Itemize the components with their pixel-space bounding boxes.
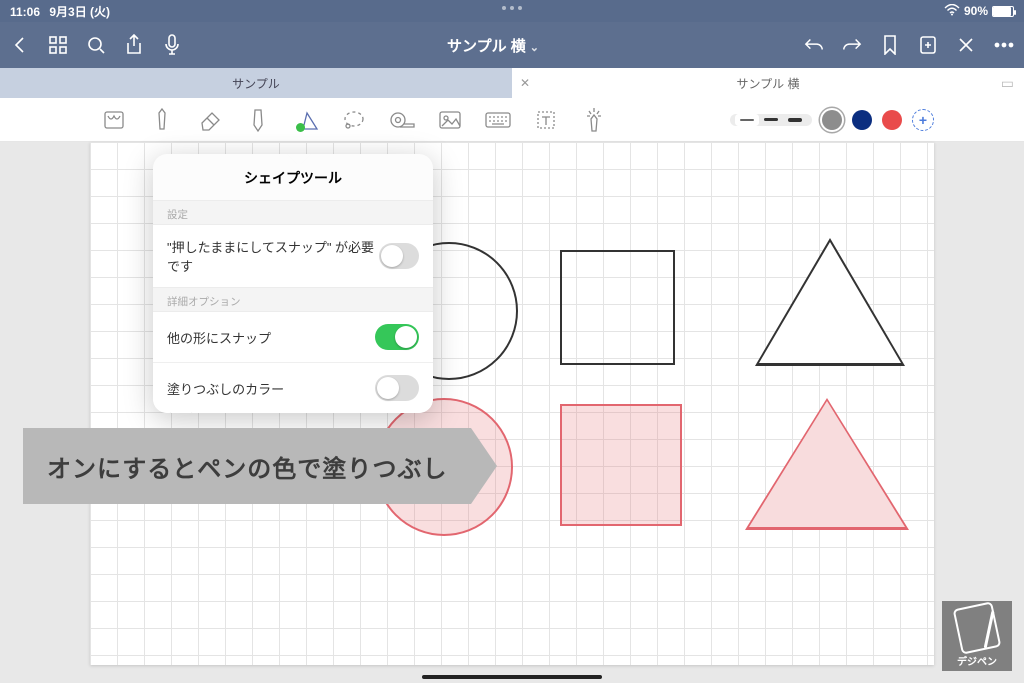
lasso-tool[interactable] <box>340 106 368 134</box>
watermark-text: デジペン <box>957 653 997 668</box>
more-button[interactable] <box>994 35 1014 55</box>
keyboard-tool[interactable] <box>484 106 512 134</box>
row-snap-other: 他の形にスナップ <box>153 312 433 362</box>
document-title-button[interactable]: サンプル 横 ⌄ <box>182 35 804 56</box>
watermark-logo: デジペン <box>942 601 1012 671</box>
row-fill-color: 塗りつぶしのカラー <box>153 362 433 413</box>
pen-tool[interactable] <box>148 106 176 134</box>
toggle-hold-snap[interactable] <box>379 243 419 269</box>
share-button[interactable] <box>124 35 144 55</box>
status-date: 9月3日 (火) <box>49 5 110 19</box>
tab-inactive[interactable]: サンプル <box>0 68 512 98</box>
row-label: "押したままにしてスナップ" が必要です <box>167 237 379 275</box>
zoom-tool[interactable] <box>100 106 128 134</box>
document-tabs: サンプル ✕ サンプル 横 ▭ <box>0 68 1024 98</box>
textbox-tool[interactable] <box>532 106 560 134</box>
mic-button[interactable] <box>162 35 182 55</box>
popover-title: シェイプツール <box>153 154 433 200</box>
callout-text: オンにするとペンの色で塗りつぶし <box>47 449 447 484</box>
annotation-callout: オンにするとペンの色で塗りつぶし <box>23 428 471 504</box>
color-grey[interactable] <box>822 110 842 130</box>
stroke-thick[interactable] <box>788 118 802 122</box>
shape-triangle-filled[interactable] <box>745 398 909 530</box>
grid-view-button[interactable] <box>48 35 68 55</box>
battery-pct: 90% <box>964 4 988 18</box>
bookmark-button[interactable] <box>880 35 900 55</box>
image-tool[interactable] <box>436 106 464 134</box>
tab-label: サンプル 横 <box>737 75 800 92</box>
shape-square-outline[interactable] <box>560 250 675 365</box>
shape-tool[interactable] <box>292 106 320 134</box>
close-button[interactable] <box>956 35 976 55</box>
chevron-down-icon: ⌄ <box>530 42 539 54</box>
popover-section-settings: 設定 <box>153 200 433 225</box>
color-navy[interactable] <box>852 110 872 130</box>
add-color-button[interactable]: + <box>912 109 934 131</box>
back-button[interactable] <box>10 35 30 55</box>
toggle-snap-other[interactable] <box>375 324 419 350</box>
laser-tool[interactable] <box>580 106 608 134</box>
tab-label: サンプル <box>232 75 280 92</box>
row-label: 他の形にスナップ <box>167 328 271 347</box>
color-red[interactable] <box>882 110 902 130</box>
drawing-toolbar: + <box>0 98 1024 142</box>
document-title: サンプル 横 <box>447 38 526 55</box>
eraser-tool[interactable] <box>196 106 224 134</box>
callout-arrow-icon <box>471 428 497 504</box>
stroke-thin[interactable] <box>740 119 754 121</box>
row-hold-to-snap: "押したままにしてスナップ" が必要です <box>153 225 433 287</box>
stroke-width-group <box>730 114 812 126</box>
status-bar: 11:06 9月3日 (火) 90% <box>0 0 1024 22</box>
shape-tool-badge <box>296 123 305 132</box>
add-page-button[interactable] <box>918 35 938 55</box>
toggle-fill-color[interactable] <box>375 375 419 401</box>
tab-pages-icon[interactable]: ▭ <box>1001 75 1014 92</box>
tab-active[interactable]: ✕ サンプル 横 ▭ <box>512 68 1024 98</box>
multitask-dots[interactable] <box>502 6 522 10</box>
app-navbar: サンプル 横 ⌄ <box>0 22 1024 68</box>
redo-button[interactable] <box>842 35 862 55</box>
popover-section-advanced: 詳細オプション <box>153 287 433 312</box>
undo-button[interactable] <box>804 35 824 55</box>
home-indicator[interactable] <box>422 675 602 679</box>
shape-square-filled[interactable] <box>560 404 682 526</box>
stroke-med[interactable] <box>764 118 778 121</box>
tab-close-icon[interactable]: ✕ <box>520 76 530 90</box>
wifi-icon <box>944 4 960 19</box>
shape-triangle-outline[interactable] <box>755 238 905 366</box>
search-button[interactable] <box>86 35 106 55</box>
battery-icon <box>992 6 1014 17</box>
highlighter-tool[interactable] <box>244 106 272 134</box>
status-time: 11:06 <box>10 5 40 19</box>
row-label: 塗りつぶしのカラー <box>167 379 284 398</box>
shape-tool-popover: シェイプツール 設定 "押したままにしてスナップ" が必要です 詳細オプション … <box>153 154 433 413</box>
tape-tool[interactable] <box>388 106 416 134</box>
